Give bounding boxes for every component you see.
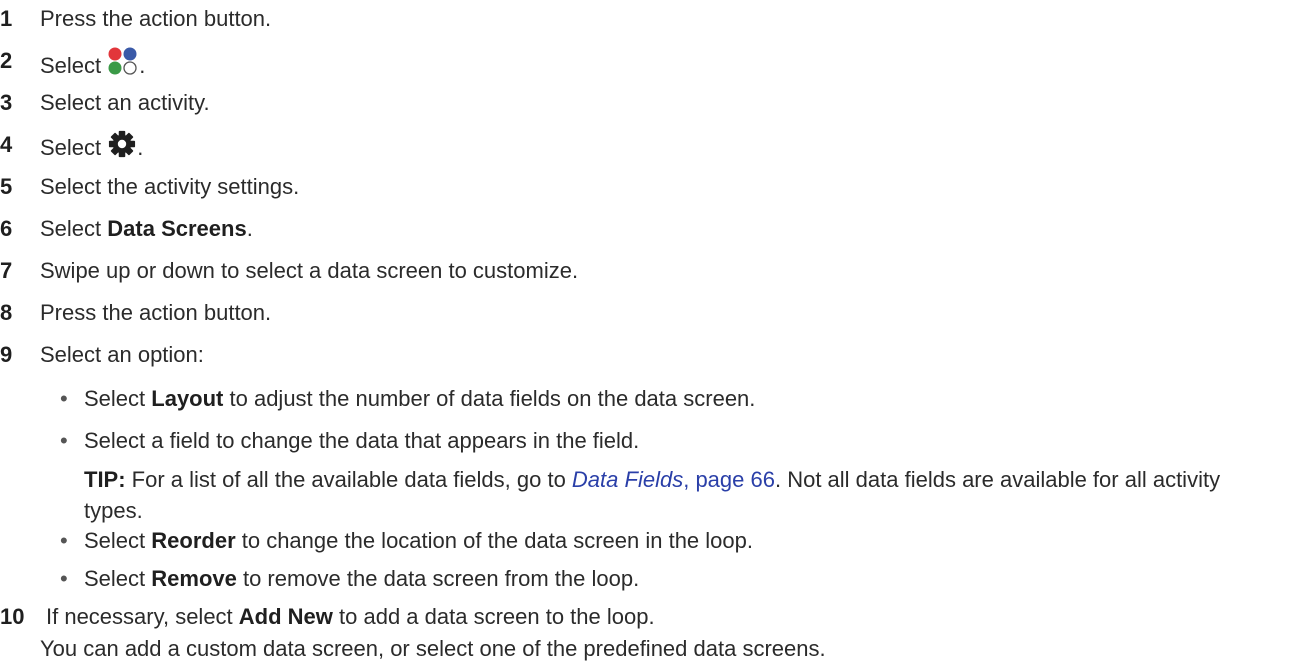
bullet-icon: • <box>60 566 68 591</box>
page-link[interactable]: page 66 <box>695 467 775 492</box>
gear-icon <box>109 130 136 158</box>
data-fields-link[interactable]: Data Fields <box>572 467 683 492</box>
step-number: 9 <box>0 342 13 367</box>
step-text: Select . <box>40 130 143 163</box>
bullet-icon: • <box>60 428 68 453</box>
step-text: Press the action button. <box>40 300 272 325</box>
step-number: 3 <box>0 90 13 115</box>
step-text: Press the action button. <box>40 6 272 31</box>
step-text: Select an option: <box>40 342 204 367</box>
step-number: 10 <box>0 604 25 629</box>
option-text: Select a field to change the data that a… <box>84 428 640 453</box>
step-number: 5 <box>0 174 13 199</box>
step-number: 2 <box>0 48 13 73</box>
step-text: Select the activity settings. <box>40 174 300 199</box>
step-number: 8 <box>0 300 13 325</box>
step-number: 1 <box>0 6 13 31</box>
step-text: Select an activity. <box>40 90 210 115</box>
step-text: Swipe up or down to select a data screen… <box>40 258 579 283</box>
option-text: Select Reorder to change the location of… <box>84 528 753 553</box>
step-note: You can add a custom data screen, or sel… <box>40 636 826 661</box>
step-number: 4 <box>0 132 13 157</box>
menu-item-data-screens: Data Screens <box>107 216 247 241</box>
bullet-icon: • <box>60 386 68 411</box>
bullet-icon: • <box>60 528 68 553</box>
step-text: Select Data Screens. <box>40 216 253 241</box>
tip-label: TIP: <box>84 467 126 492</box>
step-text: If necessary, select Add New to add a da… <box>46 604 655 629</box>
menu-item-add-new: Add New <box>238 604 333 629</box>
step-number: 6 <box>0 216 13 241</box>
option-text: Select Layout to adjust the number of da… <box>84 386 756 411</box>
activities-apps-icon <box>108 47 137 75</box>
tip-note: TIP: For a list of all the available dat… <box>84 467 1221 523</box>
option-text: Select Remove to remove the data screen … <box>84 566 640 591</box>
step-text: Select . <box>40 46 145 81</box>
instructions-page: 1 Press the action button. 2 Select . 3 … <box>0 0 1290 665</box>
step-number: 7 <box>0 258 13 283</box>
